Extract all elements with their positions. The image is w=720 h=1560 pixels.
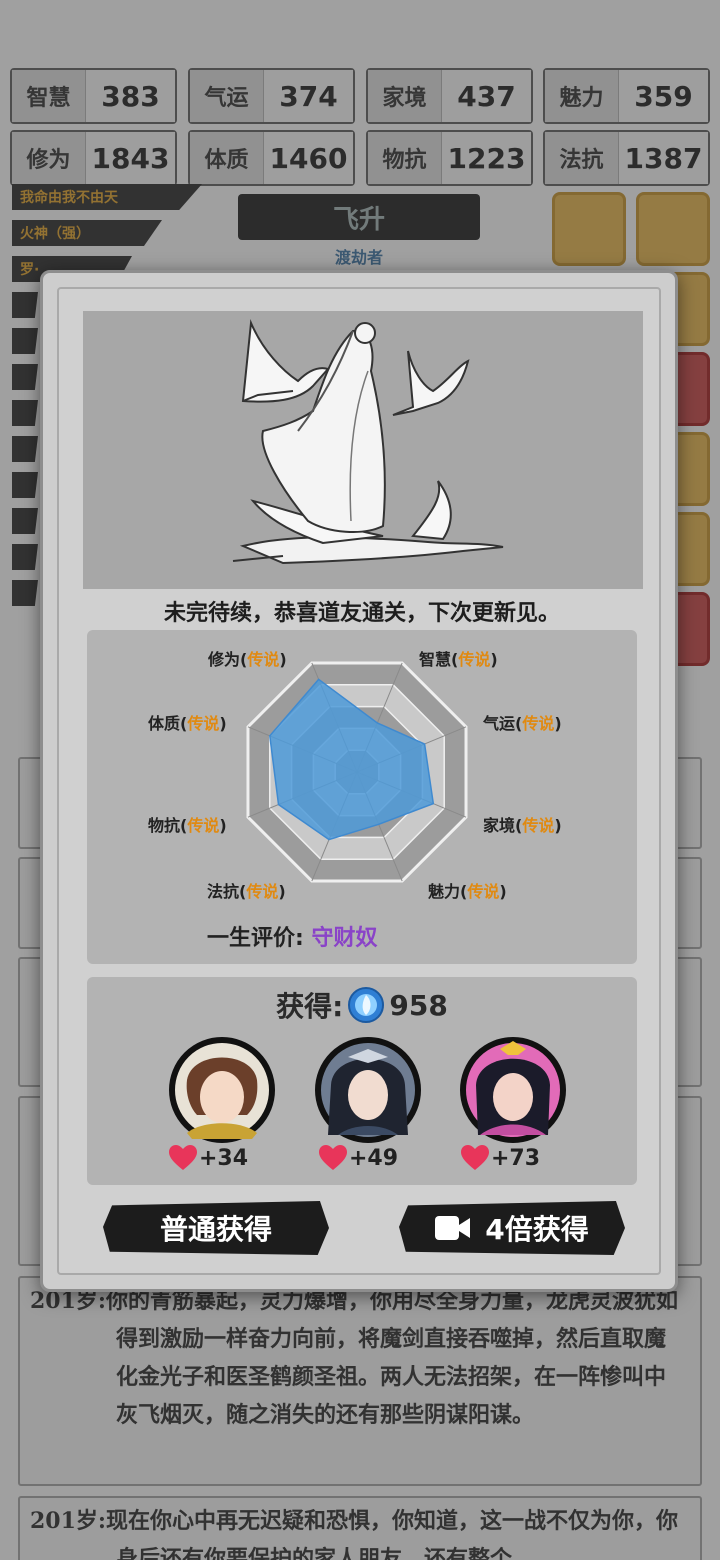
reward-title: 获得: 958: [87, 985, 637, 1025]
heart-icon: [461, 1145, 489, 1170]
favor-gain-2: +49: [319, 1145, 398, 1171]
reward-label: 获得:: [276, 990, 344, 1023]
radar-chart: [246, 661, 468, 883]
radar-label-family: 家境(传说): [483, 816, 562, 835]
normal-claim-button[interactable]: 普通获得: [103, 1201, 329, 1255]
life-evaluation: 一生评价: 守财奴: [207, 920, 378, 952]
favor-gain-1: +34: [169, 1145, 248, 1171]
attribute-radar-panel: 修为(传说) 智慧(传说) 气运(传说) 家境(传说) 魅力(传说) 法抗(传说…: [87, 630, 637, 964]
reward-panel: 获得: 958 +34 +49 +73: [87, 977, 637, 1185]
ascension-illustration: [83, 311, 643, 589]
character-portrait-2: [315, 1037, 421, 1143]
favor-gain-3: +73: [461, 1145, 540, 1171]
spirit-orb-icon: [348, 987, 385, 1023]
video-play-icon: [435, 1216, 471, 1240]
radar-label-physique: 体质(传说): [148, 714, 227, 733]
video-4x-claim-button[interactable]: 4倍获得: [399, 1201, 625, 1255]
radar-label-magic-resist: 法抗(传说): [207, 882, 286, 901]
character-portrait-3: [460, 1037, 566, 1143]
radar-label-luck: 气运(传说): [483, 714, 562, 733]
character-portrait-1: [169, 1037, 275, 1143]
heart-icon: [169, 1145, 197, 1170]
reward-amount: 958: [389, 988, 448, 1022]
evaluation-label: 一生评价:: [207, 926, 304, 951]
radar-label-charm: 魅力(传说): [428, 882, 507, 901]
radar-label-cultivation: 修为(传说): [208, 650, 287, 669]
radar-label-physical-resist: 物抗(传说): [148, 816, 227, 835]
radar-label-wisdom: 智慧(传说): [419, 650, 498, 669]
ascension-result-dialog: 未完待续，恭喜道友通关，下次更新见。 修为(传说) 智慧(传说) 气运(传说) …: [40, 270, 678, 1292]
evaluation-value: 守财奴: [311, 926, 378, 951]
completion-message: 未完待续，恭喜道友通关，下次更新见。: [163, 600, 560, 626]
heart-icon: [319, 1145, 347, 1170]
